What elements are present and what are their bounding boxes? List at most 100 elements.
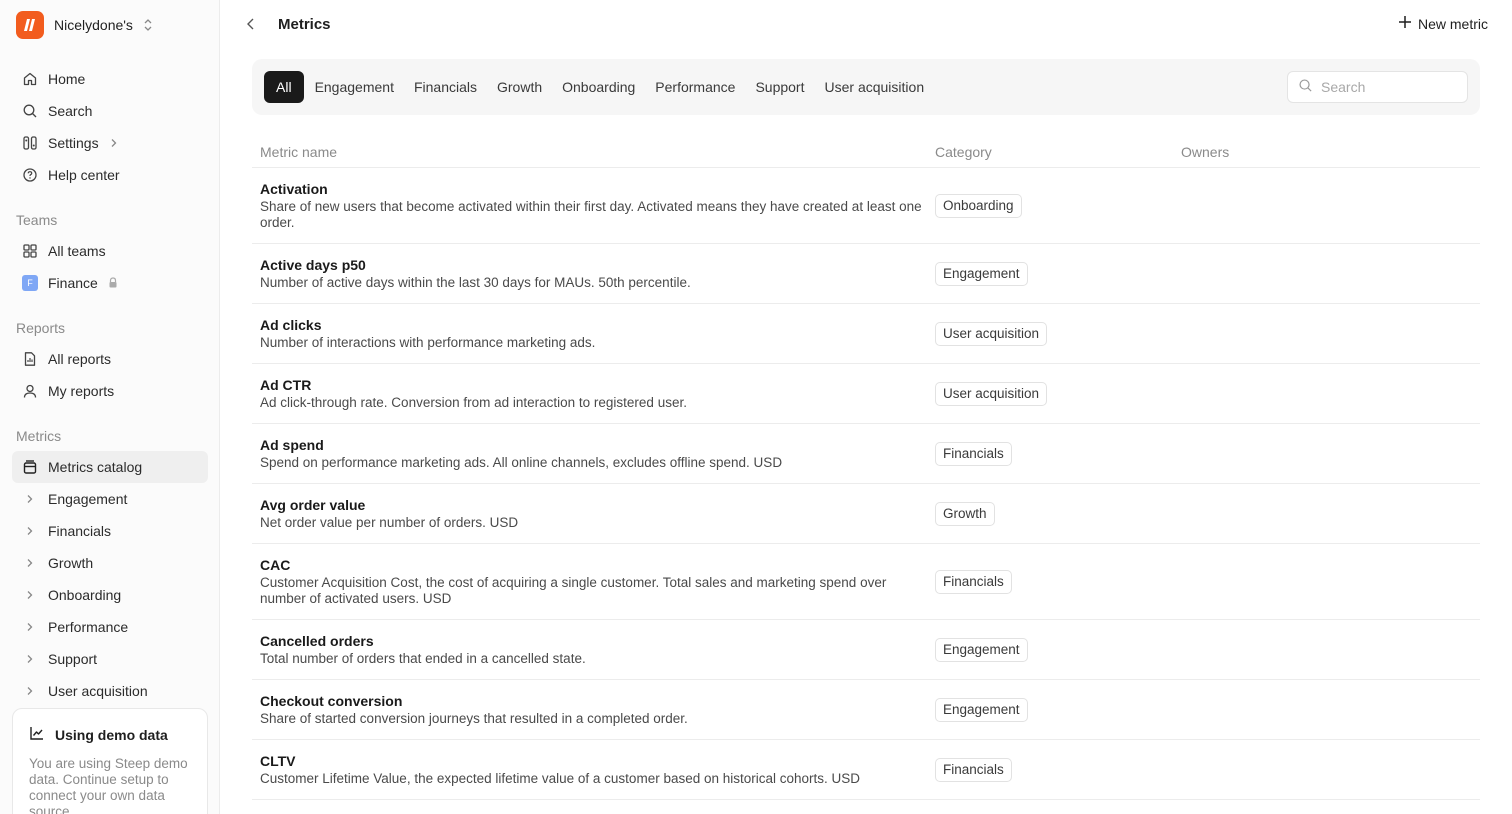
table-row[interactable]: Avg order value Net order value per numbe…	[252, 484, 1480, 544]
tab-all[interactable]: All	[264, 71, 304, 103]
nav-all-reports[interactable]: All reports	[12, 343, 208, 375]
metric-description: Number of interactions with performance …	[260, 335, 596, 350]
team-avatar: F	[22, 275, 38, 291]
search-input[interactable]	[1321, 79, 1451, 95]
nav-label: Search	[48, 103, 93, 119]
owners-cell	[1181, 304, 1480, 363]
chevron-right-icon	[22, 619, 38, 635]
category-cell: User acquisition	[935, 364, 1181, 423]
tab-support[interactable]: Support	[745, 71, 814, 103]
metric-description: Net order value per number of orders. US…	[260, 515, 519, 530]
nav-label: All reports	[48, 351, 112, 367]
nav-team-finance[interactable]: F Finance	[12, 267, 208, 299]
metric-cell: Checkout conversion Share of started conv…	[252, 680, 935, 739]
owners-cell	[1181, 484, 1480, 543]
tab-financials[interactable]: Financials	[404, 71, 487, 103]
nav-search[interactable]: Search	[12, 95, 208, 127]
metric-cell: Ad CTR Ad click-through rate. Conversion …	[252, 364, 935, 423]
category-badge: Engagement	[935, 637, 1028, 662]
sidebar: Nicelydone's Home Search Settings Help c…	[0, 0, 220, 814]
new-metric-button[interactable]: New metric	[1398, 15, 1488, 32]
category-badge: Financials	[935, 569, 1012, 594]
nav-metric-growth[interactable]: Growth	[12, 547, 208, 579]
owners-cell	[1181, 244, 1480, 303]
chevron-right-icon	[22, 523, 38, 539]
category-cell: Engagement	[935, 680, 1181, 739]
new-metric-label: New metric	[1417, 15, 1488, 32]
nav-metric-engagement[interactable]: Engagement	[12, 483, 208, 515]
category-tabs: All Engagement Financials Growth Onboard…	[264, 71, 934, 103]
table-row[interactable]: Ad spend Spend on performance marketing a…	[252, 424, 1480, 484]
lock-icon	[108, 275, 118, 291]
help-icon	[22, 167, 38, 183]
column-header-metric-name[interactable]: Metric name	[252, 144, 935, 160]
category-badge: Engagement	[935, 261, 1028, 286]
plus-icon	[1398, 15, 1412, 32]
table-row[interactable]: CAC Customer Acquisition Cost, the cost o…	[252, 544, 1480, 620]
tab-onboarding[interactable]: Onboarding	[552, 71, 645, 103]
owners-cell	[1181, 364, 1480, 423]
category-cell: Onboarding	[935, 168, 1181, 243]
column-header-owners[interactable]: Owners	[1181, 144, 1480, 160]
metric-name: CLTV	[260, 753, 296, 769]
metric-name: Checkout conversion	[260, 693, 403, 709]
column-header-category[interactable]: Category	[935, 144, 1181, 160]
owners-cell	[1181, 424, 1480, 483]
report-icon	[22, 351, 38, 367]
nav-metric-financials[interactable]: Financials	[12, 515, 208, 547]
catalog-icon	[22, 459, 38, 475]
chevron-right-icon	[109, 135, 119, 151]
tab-performance[interactable]: Performance	[645, 71, 745, 103]
category-cell: Financials	[935, 740, 1181, 799]
home-icon	[22, 71, 38, 87]
table-row[interactable]: CLTV Customer Lifetime Value, the expecte…	[252, 740, 1480, 800]
nav-metric-support[interactable]: Support	[12, 643, 208, 675]
metric-description: Total number of orders that ended in a c…	[260, 651, 586, 666]
search-box[interactable]	[1287, 71, 1468, 103]
nav-metric-user-acquisition[interactable]: User acquisition	[12, 675, 208, 707]
owners-cell	[1181, 620, 1480, 679]
nav-help-center[interactable]: Help center	[12, 159, 208, 191]
category-badge: User acquisition	[935, 321, 1048, 346]
nav-label: Settings	[48, 135, 99, 151]
nav-metric-performance[interactable]: Performance	[12, 611, 208, 643]
metric-description: Number of active days within the last 30…	[260, 275, 691, 290]
nav-all-teams[interactable]: All teams	[12, 235, 208, 267]
nav-metrics-catalog[interactable]: Metrics catalog	[12, 451, 208, 483]
nav-my-reports[interactable]: My reports	[12, 375, 208, 407]
nav-label: All teams	[48, 243, 106, 259]
table-row[interactable]: Activation Share of new users that become…	[252, 168, 1480, 244]
back-button[interactable]	[241, 15, 261, 35]
tab-user-acquisition[interactable]: User acquisition	[815, 71, 935, 103]
nav-label: Home	[48, 71, 86, 87]
tab-engagement[interactable]: Engagement	[305, 71, 404, 103]
metric-description: Ad click-through rate. Conversion from a…	[260, 395, 687, 410]
nav-label: Help center	[48, 167, 120, 183]
table-row[interactable]: Ad CTR Ad click-through rate. Conversion …	[252, 364, 1480, 424]
category-cell: Financials	[935, 544, 1181, 619]
table-body: Activation Share of new users that become…	[252, 168, 1480, 800]
table-row[interactable]: Cancelled orders Total number of orders t…	[252, 620, 1480, 680]
primary-nav: Home Search Settings Help center	[12, 63, 208, 191]
metrics-nav: Metrics catalog Engagement Financials Gr…	[12, 451, 208, 707]
metric-name: Avg order value	[260, 497, 366, 513]
nav-home[interactable]: Home	[12, 63, 208, 95]
category-cell: Engagement	[935, 620, 1181, 679]
table-row[interactable]: Checkout conversion Share of started conv…	[252, 680, 1480, 740]
metric-description: Customer Acquisition Cost, the cost of a…	[260, 575, 887, 606]
table-header: Metric name Category Owners	[252, 136, 1480, 168]
table-row[interactable]: Active days p50 Number of active days wit…	[252, 244, 1480, 304]
nav-settings[interactable]: Settings	[12, 127, 208, 159]
chevron-left-icon	[245, 17, 257, 34]
category-badge: User acquisition	[935, 381, 1048, 406]
demo-data-card[interactable]: Using demo data You are using Steep demo…	[12, 708, 208, 814]
metric-description: Spend on performance marketing ads. All …	[260, 455, 783, 470]
metric-cell: Cancelled orders Total number of orders t…	[252, 620, 935, 679]
nav-metric-onboarding[interactable]: Onboarding	[12, 579, 208, 611]
filter-bar: All Engagement Financials Growth Onboard…	[252, 59, 1480, 115]
category-cell: Growth	[935, 484, 1181, 543]
tab-growth[interactable]: Growth	[487, 71, 552, 103]
nav-label: Growth	[48, 555, 94, 571]
workspace-switcher[interactable]: Nicelydone's	[16, 11, 153, 39]
table-row[interactable]: Ad clicks Number of interactions with per…	[252, 304, 1480, 364]
